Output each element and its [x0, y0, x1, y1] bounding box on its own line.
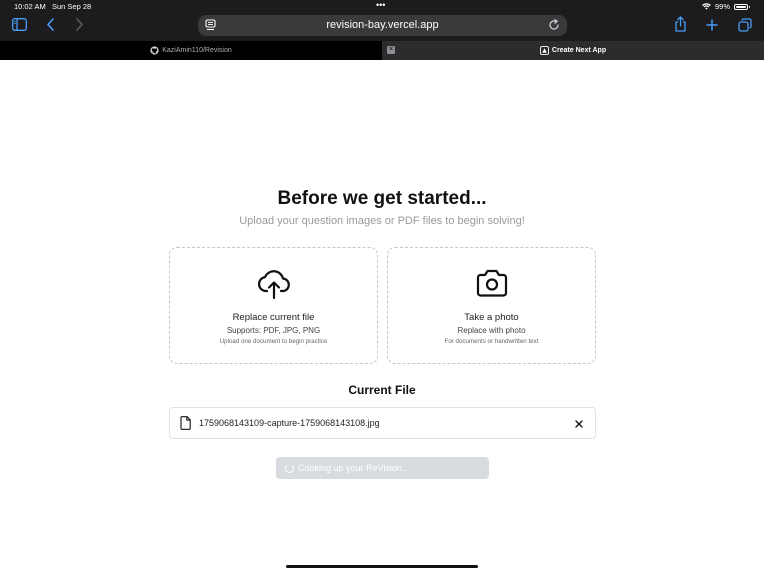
take-photo-card[interactable]: Take a photo Replace with photo For docu… — [387, 247, 596, 364]
tab-label: Create Next App — [551, 47, 607, 54]
wifi-icon — [702, 3, 711, 10]
photo-card-title: Take a photo — [464, 312, 519, 323]
upload-file-card[interactable]: Replace current file Supports: PDF, JPG,… — [169, 247, 378, 364]
status-time: 10:02 AM Sun Sep 28 — [14, 2, 92, 11]
remove-file-close-icon[interactable] — [572, 417, 586, 431]
current-file-name: 1759068143109-capture-1759068143108.jpg — [199, 418, 380, 428]
multitasking-dots-icon[interactable]: ••• — [376, 0, 385, 10]
cooking-submit-button[interactable]: Cooking up your ReVision... — [276, 457, 489, 479]
upload-card-supported-formats: Supports: PDF, JPG, PNG — [226, 326, 321, 335]
tab-strip: KaziAmin110/Revision × Create Next App — [0, 41, 764, 60]
share-icon[interactable] — [674, 16, 687, 32]
tab-label: KaziAmin110/Revision — [162, 47, 232, 54]
back-icon[interactable] — [46, 18, 55, 31]
page-title: Before we get started... — [277, 188, 487, 209]
page-subtitle: Upload your question images or PDF files… — [239, 215, 525, 227]
url-text[interactable]: revision-bay.vercel.app — [198, 19, 567, 31]
current-file-heading: Current File — [348, 383, 416, 397]
forward-icon[interactable] — [75, 18, 84, 31]
camera-icon — [476, 269, 507, 297]
home-indicator[interactable] — [286, 565, 478, 568]
tab-close-icon[interactable]: × — [387, 46, 395, 54]
upload-card-hint: Upload one document to begin practice — [219, 338, 328, 345]
browser-chrome: 10:02 AM Sun Sep 28 ••• 99% revision-bay… — [0, 0, 764, 41]
file-icon — [180, 416, 191, 430]
status-date: Sun Sep 28 — [51, 2, 92, 11]
upload-card-title: Replace current file — [232, 312, 315, 323]
battery-fill — [736, 5, 747, 8]
battery-percent: 99% — [714, 2, 730, 11]
current-file-row: 1759068143109-capture-1759068143108.jpg — [169, 407, 596, 439]
github-icon — [150, 46, 159, 55]
battery-icon — [734, 3, 750, 10]
photo-card-hint: For documents or handwritten text — [444, 338, 539, 345]
status-indicators: 99% — [702, 2, 750, 11]
tab-create-next-app[interactable]: × Create Next App — [382, 41, 764, 60]
cloud-upload-icon — [257, 270, 290, 300]
new-tab-icon[interactable] — [706, 19, 718, 31]
app-icon — [539, 46, 549, 55]
photo-card-subtitle: Replace with photo — [457, 326, 526, 335]
loading-spinner-icon — [285, 463, 294, 473]
tabs-overview-icon[interactable] — [738, 18, 752, 32]
submit-button-label: Cooking up your ReVision... — [298, 463, 410, 473]
tab-github-repo[interactable]: KaziAmin110/Revision — [0, 41, 382, 60]
address-bar[interactable]: revision-bay.vercel.app — [198, 15, 567, 36]
reload-icon[interactable] — [548, 19, 560, 31]
sidebar-icon[interactable] — [12, 18, 27, 31]
